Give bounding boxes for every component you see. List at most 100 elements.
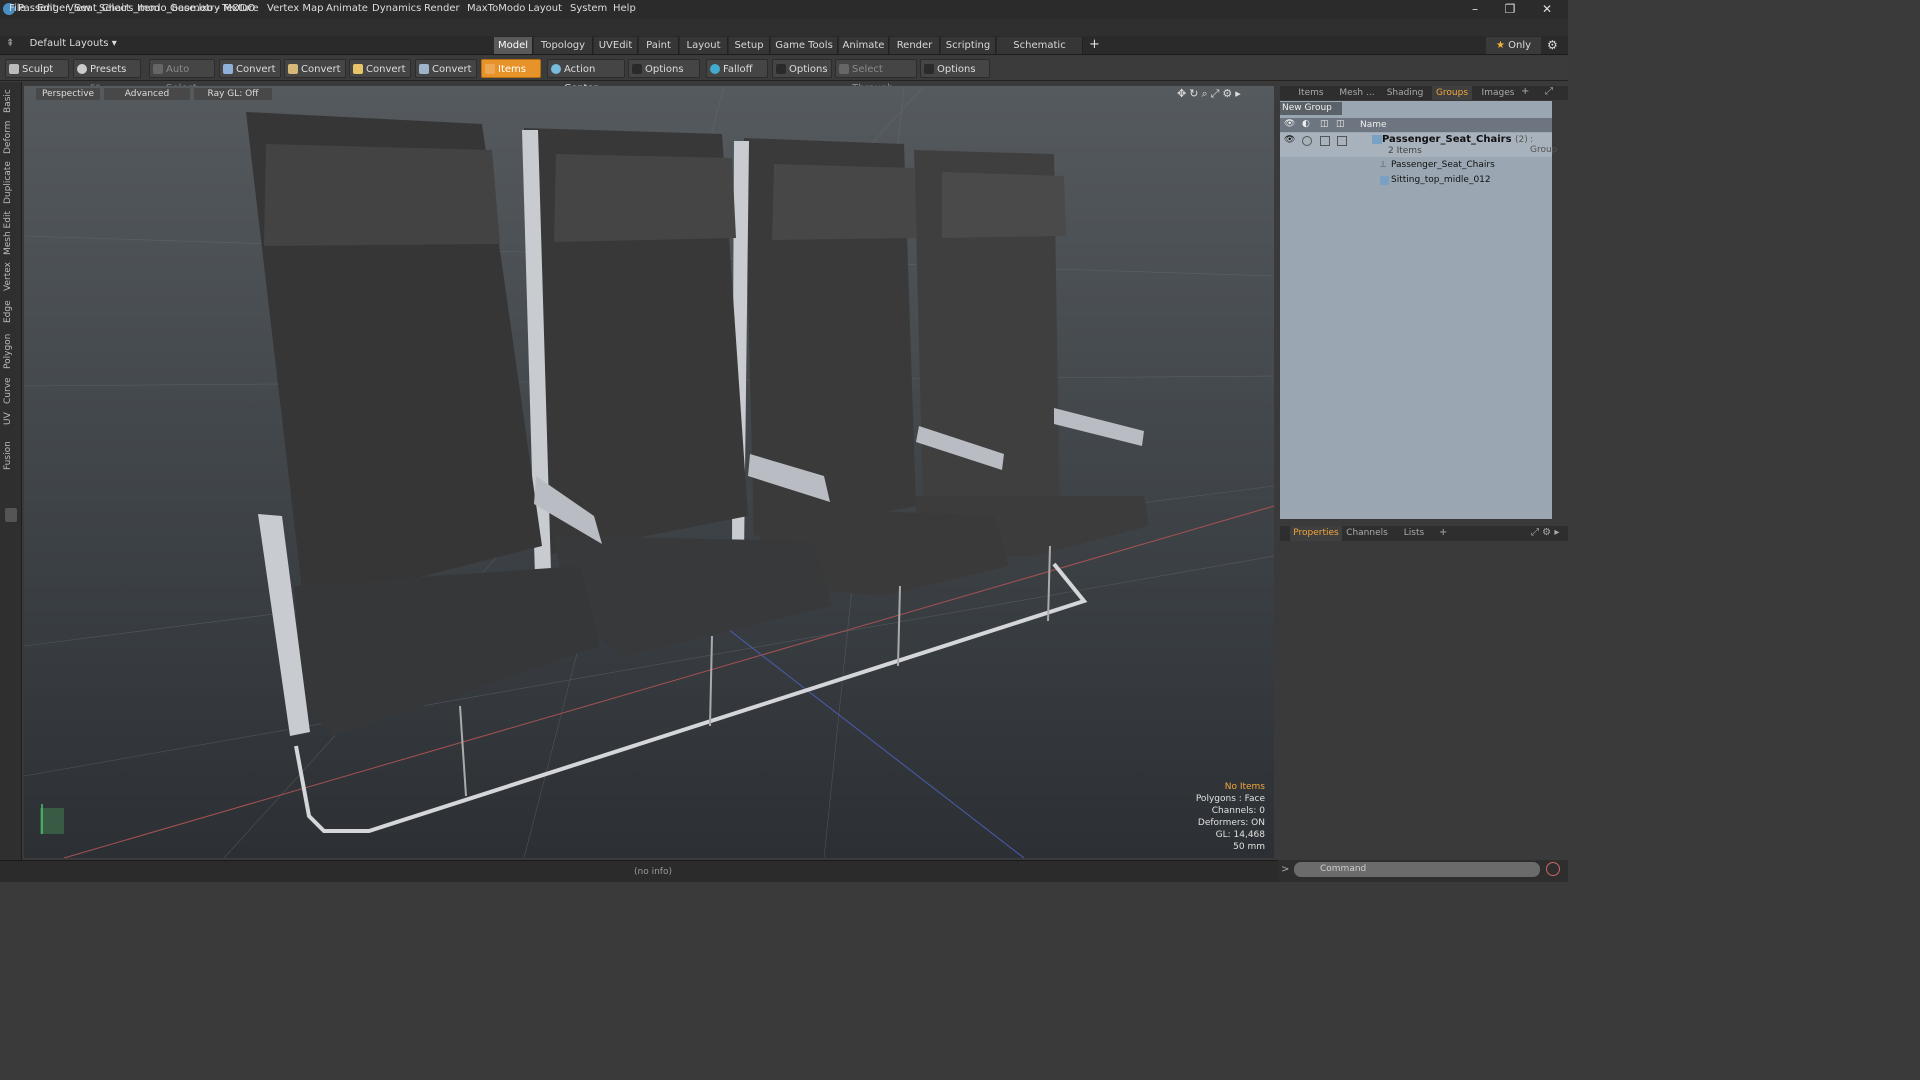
fit-view-icon[interactable]: ⤢	[1211, 87, 1223, 100]
tab-shading[interactable]: Shading	[1384, 86, 1426, 100]
vtab-curve[interactable]: Curve	[3, 376, 19, 406]
only-label: Only	[1508, 40, 1532, 51]
vtab-basic[interactable]: Basic	[3, 88, 19, 114]
menu-select[interactable]: Select	[99, 3, 130, 14]
convert-vertices-button[interactable]: Convert	[219, 59, 281, 78]
convert-polygons-button[interactable]: Convert	[349, 59, 411, 78]
lock-toggle-icon[interactable]	[1302, 136, 1312, 146]
menu-help[interactable]: Help	[613, 3, 636, 14]
menu-system[interactable]: System	[570, 3, 607, 14]
tab-layout[interactable]: Layout	[680, 37, 728, 54]
menu-layout[interactable]: Layout	[528, 3, 562, 14]
vtab-deform[interactable]: Deform	[3, 118, 19, 156]
3d-viewport[interactable]	[24, 86, 1274, 858]
list-item[interactable]: Sitting_top_midle_012	[1280, 174, 1552, 188]
visibility-eye-icon[interactable]: 👁	[1284, 135, 1295, 145]
menu-vertex-map[interactable]: Vertex Map	[267, 3, 323, 14]
gear-icon[interactable]: ⚙	[1547, 38, 1558, 52]
expand-panel-icon[interactable]: ⤢	[1545, 86, 1553, 97]
tab-animate[interactable]: Animate	[839, 37, 889, 54]
menu-texture[interactable]: Texture	[222, 3, 259, 14]
menu-animate[interactable]: Animate	[326, 3, 368, 14]
minimize-button[interactable]: –	[1460, 1, 1490, 18]
presets-button[interactable]: Presets F6	[73, 59, 141, 94]
list-item[interactable]: ⟂ Passenger_Seat_Chairs	[1280, 159, 1552, 173]
render-toggle-icon[interactable]	[1337, 136, 1347, 146]
command-input[interactable]: Command	[1294, 862, 1540, 877]
convert-edges-button[interactable]: Convert	[284, 59, 346, 78]
tab-scripting[interactable]: Scripting	[941, 37, 996, 54]
vtab-mesh-edit[interactable]: Mesh Edit	[3, 210, 19, 256]
vtab-uv[interactable]: UV	[3, 410, 19, 428]
zoom-view-icon[interactable]: ⌕	[1201, 87, 1210, 100]
add-tab-icon[interactable]: +	[1089, 37, 1100, 52]
action-center-button[interactable]: Action Center	[547, 59, 625, 94]
vtab-duplicate[interactable]: Duplicate	[3, 160, 19, 206]
add-tab-icon[interactable]: +	[1439, 527, 1447, 538]
tab-topology[interactable]: Topology	[534, 37, 593, 54]
command-record-icon[interactable]	[1546, 862, 1560, 876]
menu-render[interactable]: Render	[424, 3, 460, 14]
tab-mesh[interactable]: Mesh ...	[1336, 86, 1378, 100]
menu-file[interactable]: File	[9, 3, 26, 14]
restore-button[interactable]: ❐	[1495, 1, 1525, 18]
falloff-options-button[interactable]: Options	[772, 59, 832, 78]
child-item-name: Sitting_top_midle_012	[1391, 175, 1491, 185]
vtab-vertex[interactable]: Vertex	[3, 260, 19, 294]
sculpt-button[interactable]: Sculpt	[5, 59, 69, 78]
checkbox-icon	[776, 64, 786, 74]
add-tab-icon[interactable]: +	[1521, 86, 1529, 97]
list-item[interactable]: 👁 Passenger_Seat_Chairs (2) : Group 2 It…	[1280, 133, 1557, 157]
tab-properties[interactable]: Properties	[1290, 526, 1342, 541]
select-through-icon	[839, 64, 849, 74]
tab-lists[interactable]: Lists	[1396, 526, 1432, 541]
select-options-button[interactable]: Options	[920, 59, 990, 78]
tab-items[interactable]: Items	[1294, 86, 1328, 100]
strip-toggle-button[interactable]	[5, 508, 17, 522]
tab-channels[interactable]: Channels	[1346, 526, 1388, 541]
vtab-polygon[interactable]: Polygon	[3, 330, 19, 372]
move-view-icon[interactable]: ✥	[1177, 87, 1189, 100]
convert-items-button[interactable]: Convert	[415, 59, 477, 78]
tab-setup[interactable]: Setup	[729, 37, 770, 54]
auto-select-button[interactable]: Auto Select	[149, 59, 215, 94]
select-toggle-icon[interactable]	[1320, 136, 1330, 146]
menu-item[interactable]: Item	[137, 3, 160, 14]
viewport-gear-icon[interactable]: ⚙	[1222, 87, 1235, 100]
tab-groups[interactable]: Groups	[1432, 86, 1472, 100]
select-column-icon: ◫	[1320, 119, 1329, 129]
sculpt-label: Sculpt	[22, 64, 54, 75]
viewport-tab-advanced[interactable]: Advanced	[104, 88, 190, 100]
layout-dropdown[interactable]: ⇞ Default Layouts ▾	[6, 38, 117, 53]
tab-schematic-fusion[interactable]: Schematic Fusion	[997, 37, 1083, 68]
vtab-fusion[interactable]: Fusion	[3, 440, 19, 472]
properties-menu-icons[interactable]: ⤢ ⚙ ▸	[1531, 527, 1559, 538]
menu-dynamics[interactable]: Dynamics	[372, 3, 421, 14]
auto-select-icon	[153, 64, 163, 74]
tab-game-tools[interactable]: Game Tools	[771, 37, 838, 54]
action-center-options-button[interactable]: Options	[628, 59, 700, 78]
close-button[interactable]: ✕	[1532, 1, 1562, 18]
select-through-button[interactable]: Select Through	[835, 59, 917, 94]
tab-render[interactable]: Render	[890, 37, 940, 54]
viewport-tab-perspective[interactable]: Perspective	[36, 88, 100, 100]
tab-model[interactable]: Model	[494, 37, 533, 54]
name-column-header: Name	[1360, 120, 1387, 130]
falloff-button[interactable]: Falloff	[706, 59, 768, 78]
items-mode-button[interactable]: Items	[481, 59, 541, 78]
menu-geometry[interactable]: Geometry	[170, 3, 220, 14]
tab-uvedit[interactable]: UVEdit	[594, 37, 638, 54]
convert-label: Convert	[366, 64, 406, 75]
new-group-button[interactable]: New Group	[1280, 102, 1342, 115]
menu-view[interactable]: View	[67, 3, 91, 14]
vtab-edge[interactable]: Edge	[3, 298, 19, 326]
tab-paint[interactable]: Paint	[639, 37, 679, 54]
menu-edit[interactable]: Edit	[37, 3, 56, 14]
viewport-tab-raygl[interactable]: Ray GL: Off	[194, 88, 272, 100]
menu-maxtomodo[interactable]: MaxToModo	[467, 3, 525, 14]
only-button[interactable]: ★ Only	[1486, 37, 1541, 54]
rotate-view-icon[interactable]: ↻	[1189, 87, 1201, 100]
viewport-nav-icons[interactable]: ✥↻⌕⤢⚙▸	[1177, 87, 1244, 101]
tab-images[interactable]: Images	[1478, 86, 1518, 100]
viewport-menu-icon[interactable]: ▸	[1235, 87, 1244, 100]
